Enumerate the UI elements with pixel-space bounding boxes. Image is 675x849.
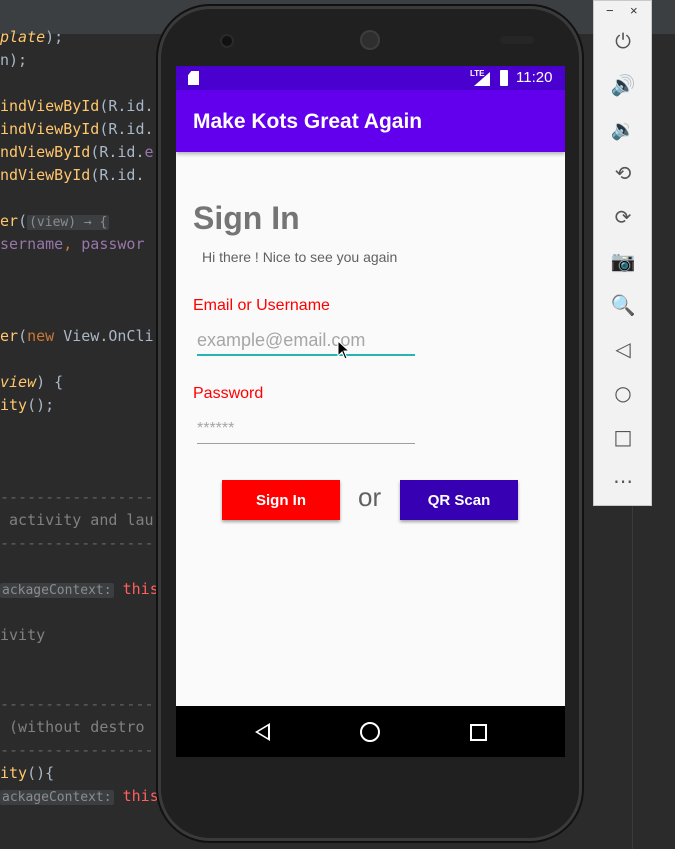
code-token: View.OnCli <box>63 327 154 345</box>
code-line: plate); <box>0 28 63 46</box>
device-screen[interactable]: LTE 11:20 Make Kots Great Again Sign In … <box>176 66 565 757</box>
navigation-bar <box>176 706 565 757</box>
code-token: plate <box>0 28 46 46</box>
code-token: ) { <box>36 373 64 391</box>
sd-card-icon <box>188 71 199 85</box>
code-token: passwor <box>81 235 145 253</box>
code-token: ndViewById <box>0 143 91 161</box>
code-line: ity(){ <box>0 764 54 782</box>
code-token: ity <box>0 764 28 782</box>
code-line: er((view) → { <box>0 212 110 230</box>
code-token: (view) → { <box>27 215 110 230</box>
more-icon[interactable]: ⋯ <box>607 465 639 497</box>
code-token: new <box>27 327 64 345</box>
code-token: ( <box>18 327 28 345</box>
code-token: er <box>0 327 19 345</box>
code-token: e <box>144 143 154 161</box>
status-bar: LTE 11:20 <box>176 66 565 90</box>
home-icon[interactable]: ○ <box>607 377 639 409</box>
nav-back-icon[interactable] <box>255 723 270 741</box>
sign-in-button[interactable]: Sign In <box>222 480 340 520</box>
code-token: ackageContext: <box>0 583 114 598</box>
code-token: (R.id. <box>99 120 154 138</box>
signin-subtitle: Hi there ! Nice to see you again <box>202 249 398 265</box>
emulator-toolbar: − × ⏻ 🔊 🔉 ⟲ ⟳ 📷 🔍 ◁ ○ □ ⋯ <box>593 0 652 506</box>
password-label: Password <box>193 385 264 402</box>
code-line: ity(); <box>0 396 54 414</box>
code-token: ackageContext: <box>0 790 114 805</box>
code-line: ndViewById(R.id.e <box>0 143 154 161</box>
code-line: (without destro <box>0 718 145 736</box>
email-field[interactable]: example@email.com <box>197 328 415 356</box>
code-token: this <box>113 787 159 805</box>
code-token: sername <box>0 235 64 253</box>
volume-up-icon[interactable]: 🔊 <box>607 69 639 101</box>
password-placeholder: ****** <box>197 420 235 437</box>
code-line: ackageContext: this, <box>0 580 168 598</box>
code-line: activity and lau <box>0 511 154 529</box>
code-token: (R.id. <box>99 97 154 115</box>
code-line: ivity <box>0 626 45 644</box>
code-token: (){ <box>27 764 55 782</box>
app-title: Make Kots Great Again <box>193 110 423 133</box>
app-bar: Make Kots Great Again <box>176 90 565 152</box>
signin-heading: Sign In <box>193 200 300 236</box>
rotate-left-icon[interactable]: ⟲ <box>607 157 639 189</box>
code-token: (R.id. <box>90 143 145 161</box>
back-icon[interactable]: ◁ <box>607 333 639 365</box>
email-label: Email or Username <box>193 297 330 314</box>
code-token: ); <box>45 28 64 46</box>
front-camera <box>222 36 232 46</box>
code-token: (without destro <box>0 718 145 736</box>
zoom-icon[interactable]: 🔍 <box>607 289 639 321</box>
proximity-sensor <box>500 36 534 44</box>
code-token: ivity <box>0 626 46 644</box>
code-token: this <box>113 580 159 598</box>
code-line: sername, passwor <box>0 235 145 253</box>
password-field[interactable]: ****** <box>197 416 415 444</box>
code-token: n); <box>0 51 28 69</box>
code-token: ity <box>0 396 28 414</box>
code-token: ( <box>18 212 28 230</box>
or-separator: or <box>358 482 382 512</box>
code-line: indViewById(R.id. <box>0 120 154 138</box>
earpiece-speaker <box>360 30 380 50</box>
nav-home-icon[interactable] <box>360 722 380 742</box>
mouse-cursor-icon <box>337 340 351 360</box>
qr-scan-button[interactable]: QR Scan <box>400 480 518 520</box>
status-time: 11:20 <box>516 69 553 86</box>
code-token: (); <box>27 396 55 414</box>
code-token: activity and lau <box>0 511 154 529</box>
code-token: (R.id. <box>90 166 145 184</box>
code-token: , <box>63 235 82 253</box>
code-line: ackageContext: this, <box>0 787 168 805</box>
minimize-button[interactable]: − <box>606 3 614 18</box>
overview-icon[interactable]: □ <box>607 421 639 453</box>
volume-down-icon[interactable]: 🔉 <box>607 113 639 145</box>
code-token: er <box>0 212 19 230</box>
rotate-right-icon[interactable]: ⟳ <box>607 201 639 233</box>
camera-icon[interactable]: 📷 <box>607 245 639 277</box>
power-icon[interactable]: ⏻ <box>607 25 639 57</box>
code-token: indViewById <box>0 97 100 115</box>
code-line: n); <box>0 51 27 69</box>
close-button[interactable]: × <box>630 3 638 18</box>
code-line: ndViewById(R.id. <box>0 166 145 184</box>
password-underline <box>197 443 415 444</box>
nav-recents-icon[interactable] <box>470 724 487 741</box>
code-line: er(new View.OnCli <box>0 327 154 345</box>
email-underline <box>197 354 415 356</box>
code-token: ndViewById <box>0 166 91 184</box>
battery-icon <box>500 70 508 86</box>
code-token: indViewById <box>0 120 100 138</box>
code-token: view <box>0 373 37 391</box>
lte-indicator: LTE <box>470 69 485 78</box>
code-line: indViewById(R.id. <box>0 97 154 115</box>
code-line: view) { <box>0 373 63 391</box>
